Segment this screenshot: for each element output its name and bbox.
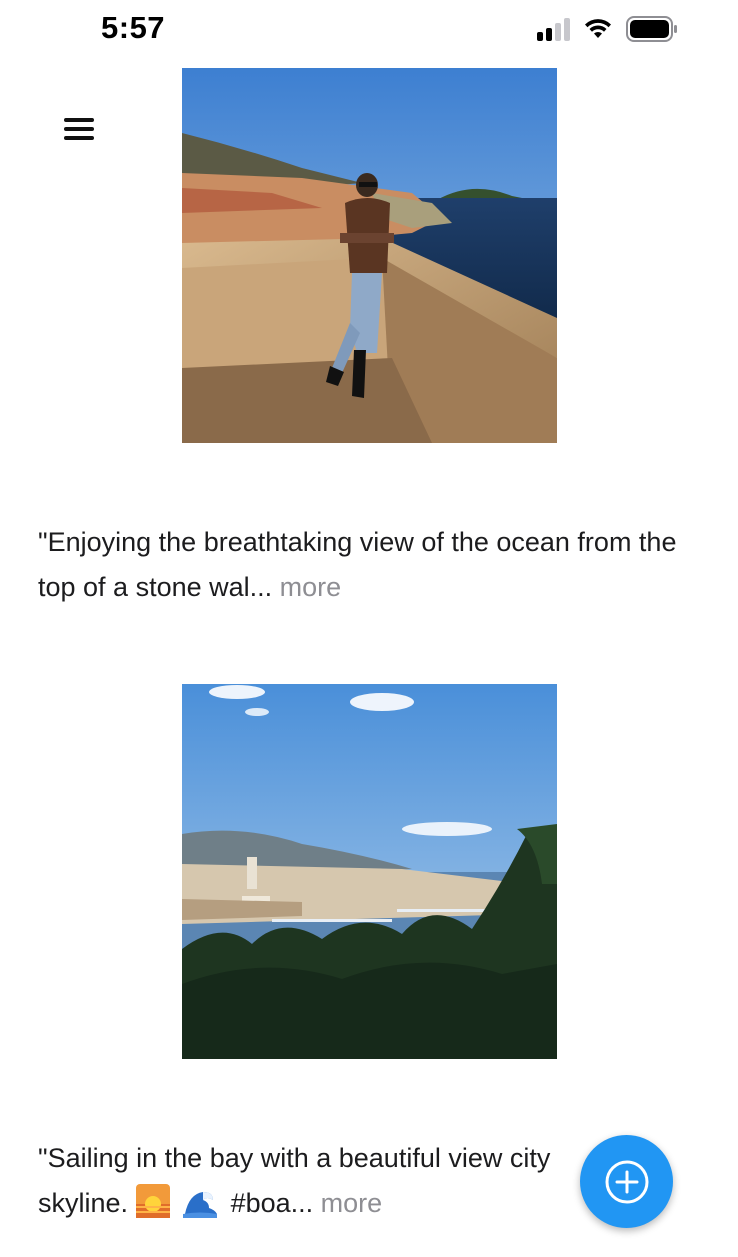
- post-image-1[interactable]: [182, 68, 557, 443]
- caption-text: "Enjoying the breathtaking view of the o…: [38, 527, 677, 602]
- hamburger-menu-icon[interactable]: [62, 114, 96, 144]
- post-image-2[interactable]: [182, 684, 557, 1059]
- status-icons: [537, 16, 678, 42]
- more-link[interactable]: more: [321, 1188, 383, 1218]
- wave-emoji-icon: [183, 1184, 218, 1218]
- wifi-icon: [584, 18, 612, 40]
- sunrise-emoji-icon: [135, 1184, 170, 1218]
- caption-hashtag-text: #boa...: [230, 1188, 314, 1218]
- more-link[interactable]: more: [280, 572, 342, 602]
- plus-circle-icon: [605, 1160, 648, 1203]
- status-bar: 5:57: [0, 0, 738, 60]
- post-caption-2: "Sailing in the bay with a beautiful vie…: [38, 1136, 578, 1226]
- post-caption-1: "Enjoying the breathtaking view of the o…: [38, 520, 678, 610]
- battery-icon: [626, 16, 678, 42]
- add-post-button[interactable]: [580, 1135, 673, 1228]
- status-time: 5:57: [101, 10, 166, 45]
- cellular-signal-icon: [537, 17, 570, 41]
